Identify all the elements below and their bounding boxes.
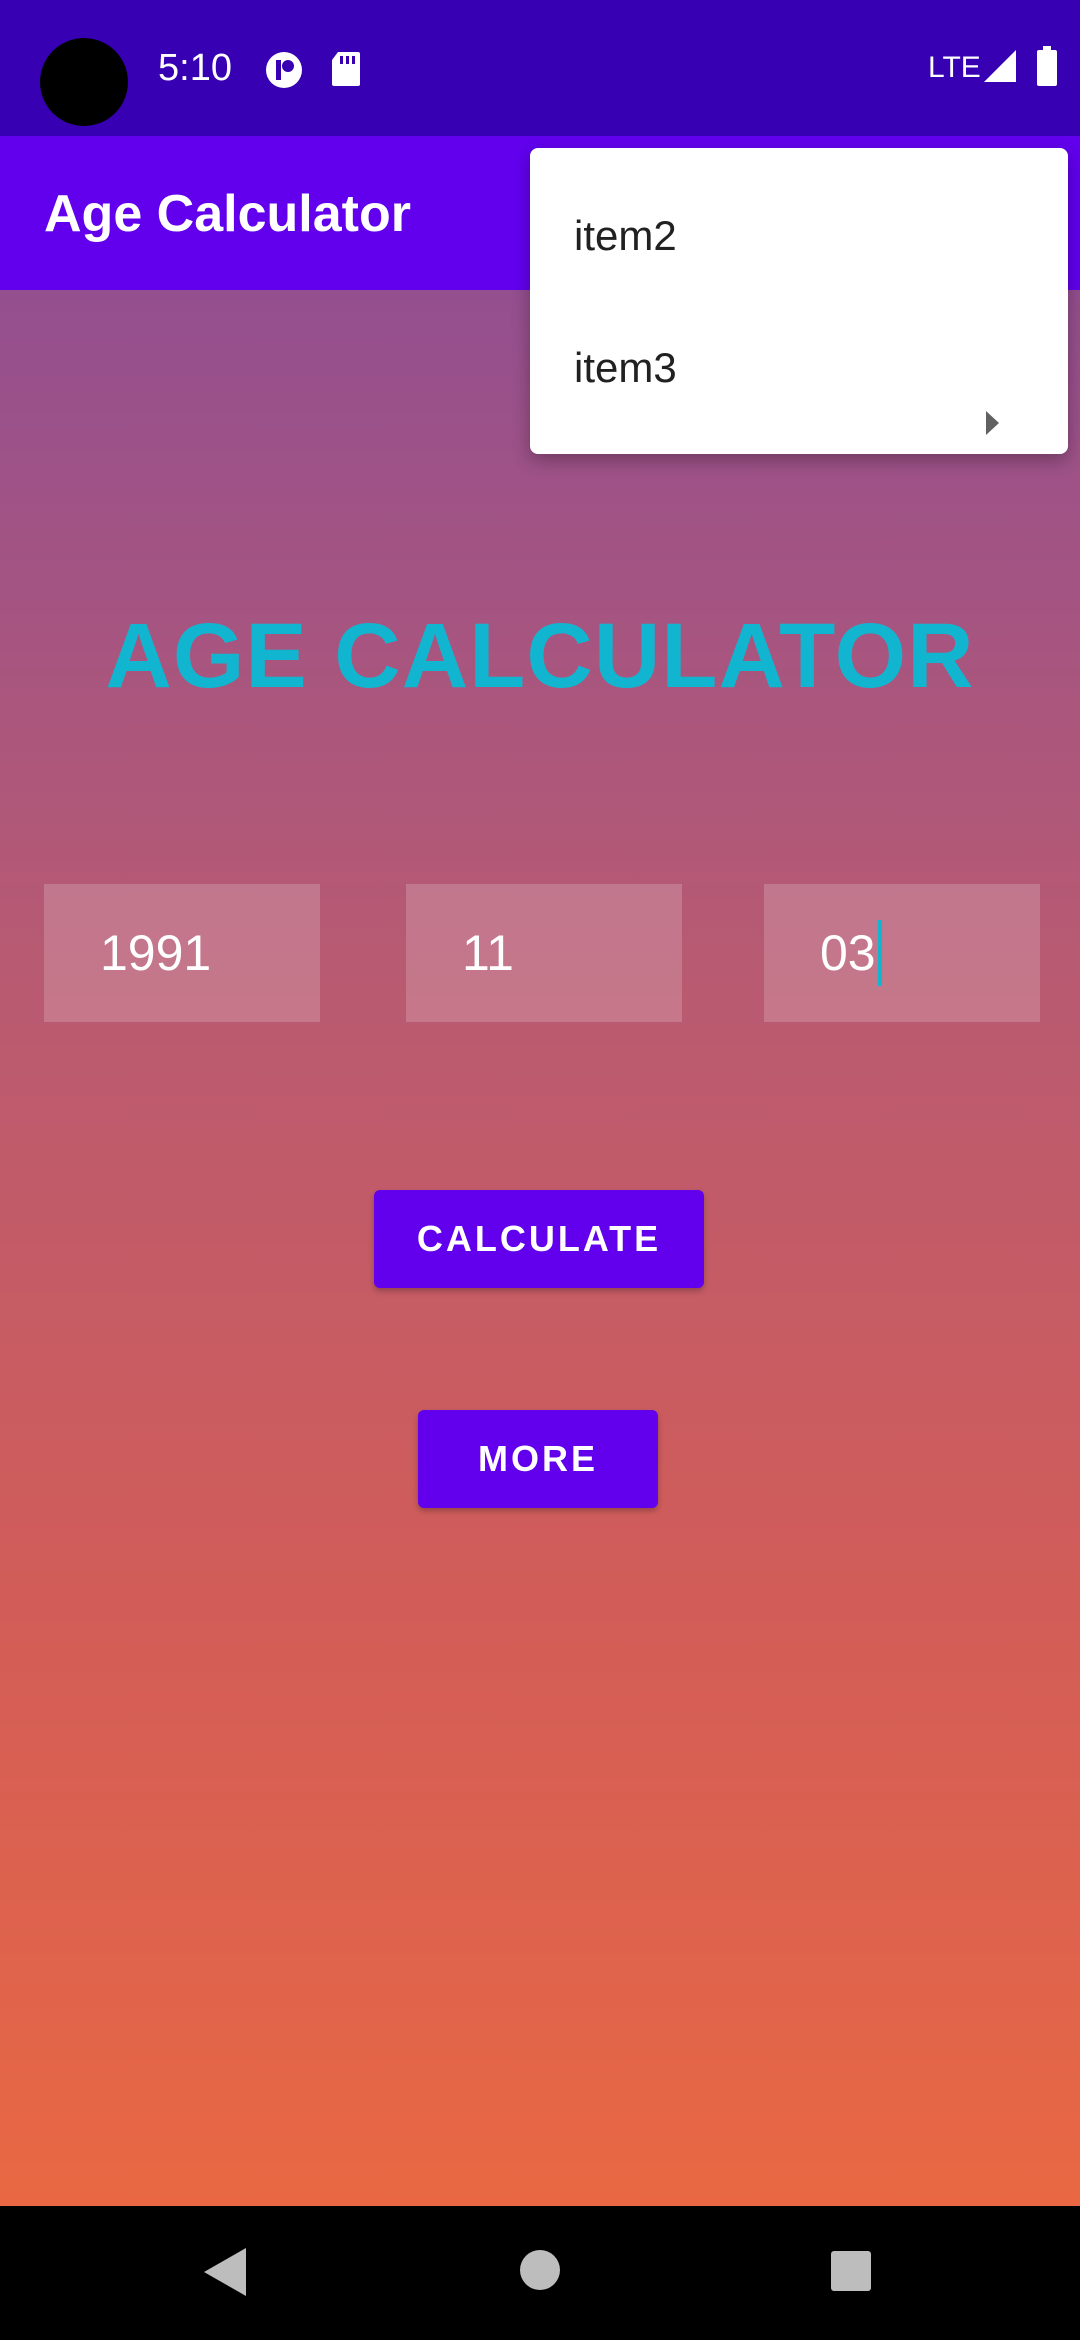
menu-item-label: item2: [574, 212, 677, 259]
back-icon[interactable]: [200, 2244, 250, 2305]
menu-item-label: item3: [574, 344, 677, 391]
calculate-button[interactable]: CALCULATE: [374, 1190, 704, 1288]
status-time: 5:10: [158, 47, 232, 89]
recents-icon[interactable]: [830, 2250, 872, 2297]
year-value: 1991: [100, 925, 212, 981]
text-cursor: [877, 919, 882, 986]
app-title: Age Calculator: [44, 185, 411, 243]
menu-item-item3[interactable]: item3: [530, 302, 1068, 435]
year-input[interactable]: 1991: [44, 884, 320, 1022]
notification-icon: [264, 50, 304, 95]
day-value: 03: [820, 925, 876, 981]
menu-item-item2[interactable]: item2: [530, 170, 1068, 302]
main-content: AGE CALCULATOR 1991 11 03 CALCULATE MORE: [0, 290, 1080, 2206]
network-type: LTE: [928, 51, 981, 84]
overflow-menu: item2 item3: [530, 148, 1068, 454]
day-input[interactable]: 03: [764, 884, 1040, 1022]
sd-card-icon: [330, 50, 362, 93]
month-value: 11: [462, 925, 514, 981]
signal-icon: [982, 48, 1018, 89]
month-input[interactable]: 11: [406, 884, 682, 1022]
submenu-arrow-icon: [984, 356, 1000, 488]
camera-cutout: [40, 38, 128, 126]
page-title: AGE CALCULATOR: [105, 605, 975, 707]
battery-icon: [1036, 46, 1058, 91]
home-icon[interactable]: [518, 2248, 562, 2297]
navigation-bar: [0, 2206, 1080, 2340]
status-bar: 5:10 LTE: [0, 0, 1080, 136]
more-button[interactable]: MORE: [418, 1410, 658, 1508]
